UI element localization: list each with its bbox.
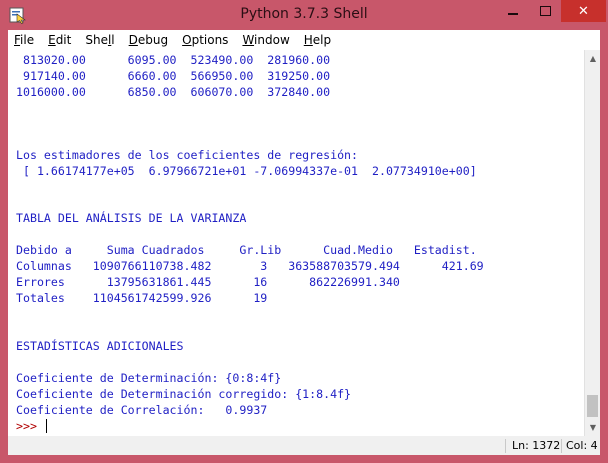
text-cursor xyxy=(46,419,47,433)
scroll-up-arrow-icon[interactable]: ▲ xyxy=(585,50,601,67)
status-separator xyxy=(505,439,506,453)
shell-output-line: Coeficiente de Correlación: 0.9937 xyxy=(16,403,268,417)
status-column-number: Col: 4 xyxy=(566,439,598,452)
menu-options[interactable]: Options xyxy=(175,30,235,50)
menu-shell[interactable]: Shell xyxy=(78,30,121,50)
shell-output-line: Debido a Suma Cuadrados Gr.Lib Cuad.Medi… xyxy=(16,243,477,257)
close-button[interactable]: ✕ xyxy=(561,0,606,22)
menu-edit-mnemonic: E xyxy=(48,33,56,47)
shell-output-line: Columnas 1090766110738.482 3 36358870357… xyxy=(16,259,484,273)
shell-output-line: Coeficiente de Determinación: {0:8:4f} xyxy=(16,371,282,385)
menu-options-label-post: ptions xyxy=(191,33,229,47)
title-bar[interactable]: Python 3.7.3 Shell ✕ xyxy=(0,0,608,30)
idle-shell-window: Python 3.7.3 Shell ✕ File Edit Shell Deb… xyxy=(0,0,608,463)
status-separator xyxy=(561,439,562,453)
minimize-button[interactable] xyxy=(498,0,528,22)
close-icon: ✕ xyxy=(578,3,589,19)
menu-file[interactable]: File xyxy=(8,30,41,50)
shell-output-line: 813020.00 6095.00 523490.00 281960.00 xyxy=(16,53,331,67)
menu-file-label-post: ile xyxy=(20,33,35,47)
shell-output-line: TABLA DEL ANÁLISIS DE LA VARIANZA xyxy=(16,211,247,225)
menu-shell-label-post: l xyxy=(111,33,115,47)
vertical-scrollbar[interactable]: ▲ ▼ xyxy=(584,50,600,436)
shell-output-line: Los estimadores de los coeficientes de r… xyxy=(16,148,359,162)
menu-edit-label-post: dit xyxy=(55,33,72,47)
shell-output-line: [ 1.66174177e+05 6.97966721e+01 -7.06994… xyxy=(16,164,477,178)
shell-output-line: Errores 13795631861.445 16 862226991.340 xyxy=(16,275,400,289)
menu-window-label-post: indow xyxy=(254,33,290,47)
menu-edit[interactable]: Edit xyxy=(41,30,78,50)
menu-options-mnemonic: O xyxy=(182,33,192,47)
menu-debug-mnemonic: D xyxy=(128,33,138,47)
menu-debug[interactable]: Debug xyxy=(122,30,175,50)
maximize-icon xyxy=(539,6,551,16)
shell-output-line: 1016000.00 6850.00 606070.00 372840.00 xyxy=(16,85,331,99)
menu-help[interactable]: Help xyxy=(297,30,338,50)
menu-bar: File Edit Shell Debug Options Window Hel… xyxy=(8,30,600,50)
maximize-button[interactable] xyxy=(530,0,560,22)
shell-prompt: >>> xyxy=(16,419,44,433)
menu-debug-label-post: ebug xyxy=(137,33,169,47)
minimize-icon xyxy=(508,13,518,15)
shell-output-line: Coeficiente de Determinación corregido: … xyxy=(16,387,352,401)
scrollbar-thumb[interactable] xyxy=(587,395,598,417)
menu-help-label-post: elp xyxy=(312,33,332,47)
shell-output-line: Totales 1104561742599.926 19 xyxy=(16,291,268,305)
shell-output-line: ESTADÍSTICAS ADICIONALES xyxy=(16,339,184,353)
menu-help-mnemonic: H xyxy=(303,33,313,47)
status-bar: Ln: 1372 Col: 4 xyxy=(8,436,600,455)
status-line-number: Ln: 1372 xyxy=(512,439,561,452)
menu-window-mnemonic: W xyxy=(242,33,255,47)
scroll-down-arrow-icon[interactable]: ▼ xyxy=(585,419,601,436)
shell-output-line: 917140.00 6660.00 566950.00 319250.00 xyxy=(16,69,331,83)
menu-shell-label-pre: She xyxy=(85,33,108,47)
shell-text-area[interactable]: 813020.00 6095.00 523490.00 281960.00 91… xyxy=(8,50,584,436)
menu-window[interactable]: Window xyxy=(235,30,296,50)
